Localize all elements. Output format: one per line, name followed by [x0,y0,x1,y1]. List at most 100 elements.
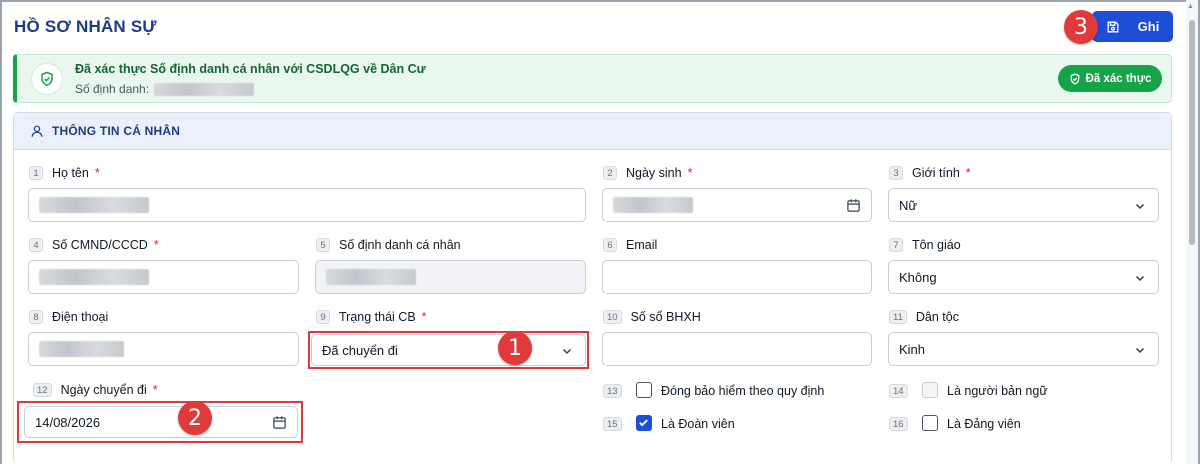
label-full-name: 1 Họ tên * [29,165,100,181]
field-number: 1 [29,166,43,180]
label-phone: 8 Điện thoại [29,309,108,325]
field-number: 8 [29,310,43,324]
full-name-input[interactable] [28,188,586,222]
calendar-icon[interactable] [846,198,861,213]
ethnicity-value: Kinh [899,341,926,357]
highlight-transfer-date [17,401,303,443]
required-mark: * [94,166,100,180]
label-id-card: 4 Số CMND/CCCD * [29,237,159,253]
label-text: Số CMND/CCCD [52,238,148,252]
label-text: Ngày chuyển đi [60,383,147,397]
field-number: 13 [603,384,622,398]
highlight-staff-status [308,331,589,369]
callout-3: 3 [1064,10,1098,44]
personal-id-input [315,260,586,294]
floppy-disk-icon [1107,21,1119,32]
native-speaker-label: Là người bản ngữ [947,384,1048,398]
row-youth-union: 15 [603,416,631,432]
field-number: 2 [603,166,617,180]
field-number: 9 [316,310,330,324]
required-mark: * [421,310,427,324]
youth-union-checkbox[interactable] [636,415,652,431]
scroll-up-icon[interactable]: ▲ [1187,3,1194,10]
label-text: Họ tên [52,166,89,180]
label-text: Tôn giáo [912,238,961,252]
party-member-label: Là Đảng viên [947,417,1021,431]
required-mark: * [687,166,693,180]
native-speaker-checkbox [922,382,938,398]
label-text: Số sổ BHXH [630,310,701,324]
label-religion: 7 Tôn giáo [889,237,961,253]
field-number: 16 [889,417,908,431]
label-text: Điện thoại [52,310,109,324]
redacted-value [39,269,149,285]
label-ethnicity: 11 Dân tộc [889,309,959,325]
insurance-label: Đóng bảo hiểm theo quy định [661,384,825,398]
shield-check-icon [41,71,53,87]
row-party-member: 16 [889,416,917,432]
party-member-checkbox[interactable] [922,415,938,431]
label-text: Email [626,238,658,252]
verified-shield-container [31,63,63,95]
save-button-label: Ghi [1137,19,1160,34]
field-number: 15 [603,417,622,431]
required-mark: * [965,166,971,180]
field-number: 6 [603,238,617,252]
redacted-value [39,341,124,357]
redacted-id [154,83,255,97]
label-text: Số định danh cá nhân [339,238,461,252]
callout-1: 1 [498,331,532,365]
birth-date-input[interactable] [602,188,872,222]
youth-union-label: Là Đoàn viên [661,417,735,431]
scrollbar-thumb[interactable] [1189,20,1195,245]
label-personal-id: 5 Số định danh cá nhân [316,237,461,253]
callout-2: 2 [178,401,212,435]
user-icon [31,125,43,137]
redacted-value [326,269,416,285]
verification-banner: Đã xác thực Số định danh cá nhân với CSD… [13,54,1172,103]
page-title: HỒ SƠ NHÂN SỰ [14,17,157,36]
row-insurance: 13 [603,383,631,399]
shield-check-icon [1070,72,1079,85]
row-native-speaker: 14 [889,383,917,399]
field-number: 12 [33,383,52,397]
save-button[interactable]: Ghi [1092,11,1173,42]
label-text: Giới tính [912,166,960,180]
ethnicity-select[interactable]: Kinh [888,332,1159,366]
label-gender: 3 Giới tính * [889,165,971,181]
label-transfer-date: 12 Ngày chuyển đi * [33,382,158,398]
verified-badge: Đã xác thực [1058,65,1162,92]
required-mark: * [153,238,159,252]
id-card-input[interactable] [28,260,299,294]
social-insurance-input[interactable] [602,332,872,366]
gender-select[interactable]: Nữ [888,188,1159,222]
verified-badge-label: Đã xác thực [1085,72,1152,85]
field-number: 11 [889,310,907,324]
label-staff-status: 9 Trạng thái CB * [316,309,427,325]
chevron-down-icon [1135,275,1145,282]
verification-id-row: Số định danh: [75,82,255,97]
phone-input[interactable] [28,332,299,366]
field-number: 3 [889,166,903,180]
gender-value: Nữ [899,197,918,213]
religion-select[interactable]: Không [888,260,1159,294]
field-number: 7 [889,238,903,252]
label-text: Dân tộc [915,310,959,324]
label-text: Trạng thái CB [339,310,416,324]
label-text: Ngày sinh [626,166,682,180]
section-header: THÔNG TIN CÁ NHÂN [14,113,1171,150]
checkmark-icon [639,419,648,427]
verification-title: Đã xác thực Số định danh cá nhân với CSD… [75,62,426,76]
email-input[interactable] [602,260,872,294]
label-birth-date: 2 Ngày sinh * [603,165,692,181]
label-email: 6 Email [603,237,657,253]
chevron-down-icon [1135,347,1145,354]
insurance-checkbox[interactable] [636,382,652,398]
required-mark: * [152,383,158,397]
section-title: THÔNG TIN CÁ NHÂN [52,124,181,138]
religion-value: Không [899,269,937,285]
label-social-insurance: 10 Số sổ BHXH [603,309,701,325]
field-number: 5 [316,238,330,252]
chevron-down-icon [1135,203,1145,210]
redacted-value [613,197,693,213]
